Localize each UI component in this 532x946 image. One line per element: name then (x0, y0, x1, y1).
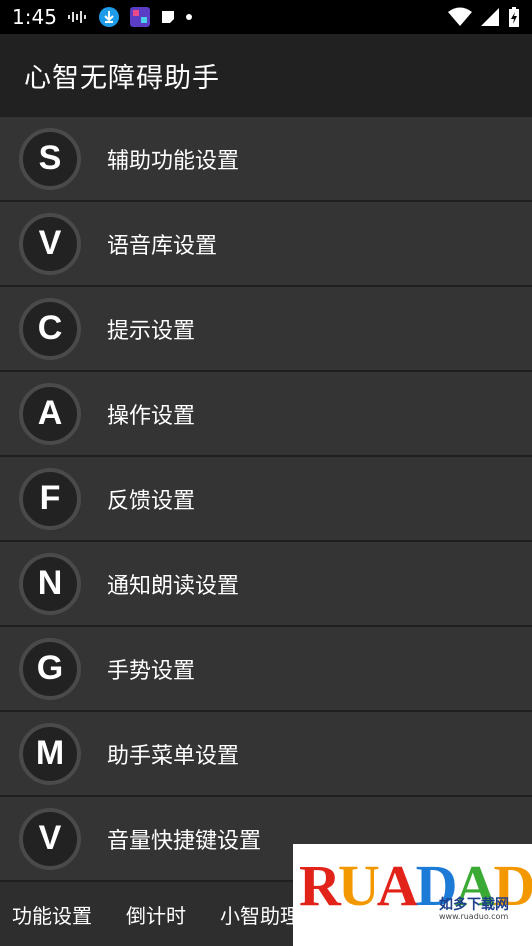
list-item-label: 提示设置 (107, 318, 196, 344)
status-bar: 1:45 (0, 0, 532, 34)
watermark-cn: 如多下载网 (439, 897, 509, 913)
status-icons-right (448, 6, 520, 28)
watermark-url: www.ruaduo.com (439, 912, 509, 921)
list-item-notification-reading-settings[interactable]: N 通知朗读设置 (0, 542, 532, 627)
dot-icon (185, 13, 193, 21)
letter-icon-text: V (38, 819, 62, 857)
letter-icon-text: A (37, 394, 63, 432)
letter-icon-text: F (39, 479, 61, 517)
letter-icon-text: G (36, 649, 64, 687)
letter-icon: C (19, 297, 81, 360)
list-item-label: 语音库设置 (107, 233, 218, 259)
letter-icon: V (19, 807, 81, 870)
list-item-feedback-settings[interactable]: F 反馈设置 (0, 457, 532, 542)
download-icon (98, 6, 120, 28)
app-bar: 心智无障碍助手 (0, 34, 532, 117)
note-icon (160, 9, 176, 25)
list-item-label: 操作设置 (107, 403, 196, 429)
letter-icon-text: S (38, 139, 62, 177)
list-item-assistant-menu-settings[interactable]: M 助手菜单设置 (0, 712, 532, 797)
list-item-label: 通知朗读设置 (107, 573, 240, 599)
app-thumbnail-icon (129, 6, 151, 28)
app-title: 心智无障碍助手 (24, 63, 220, 94)
audio-wave-icon (67, 10, 89, 24)
status-time: 1:45 (12, 5, 57, 29)
watermark-logo: RUADADO 如多下载网 www.ruaduo.com (293, 844, 532, 946)
list-item-label: 手势设置 (107, 658, 196, 684)
list-item-voice-library-settings[interactable]: V 语音库设置 (0, 202, 532, 287)
list-item-label: 辅助功能设置 (107, 148, 240, 174)
list-item-gesture-settings[interactable]: G 手势设置 (0, 627, 532, 712)
letter-icon-text: V (38, 224, 62, 262)
letter-icon-text: M (35, 734, 65, 772)
letter-icon: V (19, 212, 81, 275)
signal-icon (480, 7, 500, 27)
letter-icon: S (19, 127, 81, 190)
battery-charging-icon (508, 6, 520, 28)
letter-icon: G (19, 637, 81, 700)
letter-icon-text: N (37, 564, 63, 602)
letter-icon-text: C (37, 309, 63, 347)
letter-icon: F (19, 467, 81, 530)
wifi-icon (448, 7, 472, 27)
list-item-prompt-settings[interactable]: C 提示设置 (0, 287, 532, 372)
list-item-label: 助手菜单设置 (107, 743, 240, 769)
settings-list: S 辅助功能设置 V 语音库设置 C 提示设置 A 操作设置 F 反馈设置 N … (0, 117, 532, 882)
list-item-label: 音量快捷键设置 (107, 828, 262, 854)
list-item-accessibility-settings[interactable]: S 辅助功能设置 (0, 117, 532, 202)
letter-icon: N (19, 552, 81, 615)
list-item-label: 反馈设置 (107, 488, 196, 514)
status-icons-left (67, 6, 193, 28)
letter-icon: M (19, 722, 81, 785)
letter-icon: A (19, 382, 81, 445)
tab-function-settings[interactable]: 功能设置 (0, 900, 104, 929)
tab-countdown[interactable]: 倒计时 (114, 900, 198, 929)
list-item-operation-settings[interactable]: A 操作设置 (0, 372, 532, 457)
